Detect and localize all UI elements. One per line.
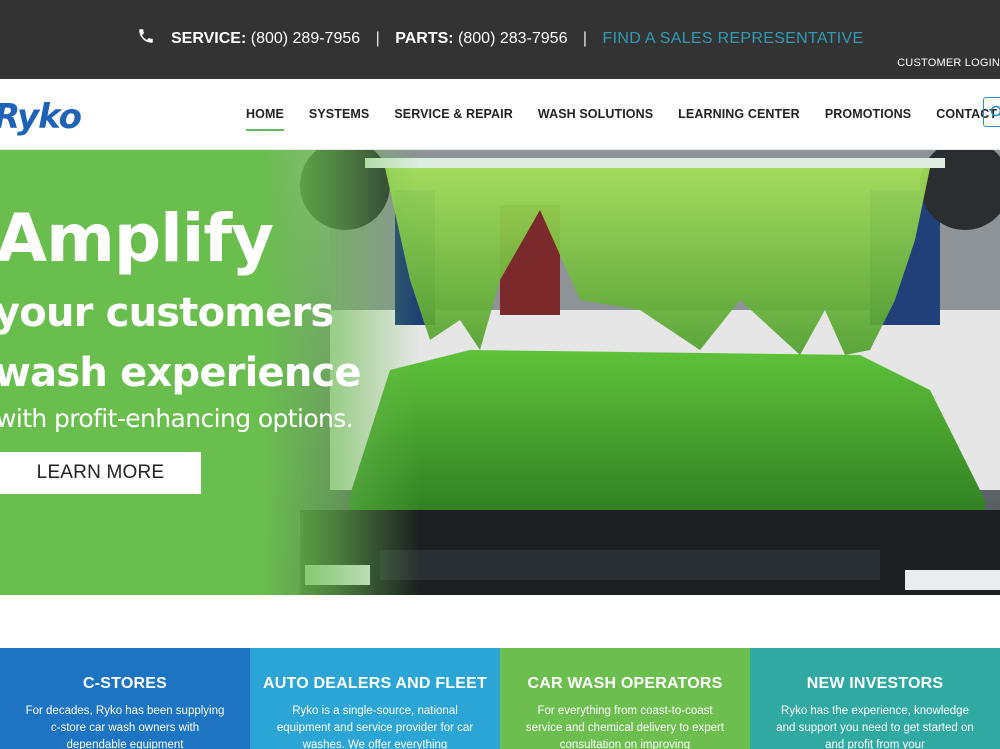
card-text: For everything from coast-to-coast servi… <box>525 705 725 749</box>
parts-phone[interactable]: (800) 283-7956 <box>458 30 567 47</box>
hero-line-2: wash experience <box>0 350 362 396</box>
ryko-logo[interactable]: Ryko <box>0 97 82 137</box>
separator: | <box>582 30 588 47</box>
learn-more-button[interactable]: LEARN MORE <box>0 452 201 494</box>
service-label: SERVICE: <box>171 30 247 47</box>
card-auto-dealers-fleet[interactable]: AUTO DEALERS AND FLEET Ryko is a single-… <box>250 648 500 749</box>
card-text: For decades, Ryko has been supplying c-s… <box>25 705 225 749</box>
nav-systems[interactable]: SYSTEMS <box>309 107 369 121</box>
customer-login-link[interactable]: CUSTOMER LOGIN <box>897 57 1000 69</box>
search-button[interactable] <box>983 97 1000 127</box>
hero-banner: Amplify your customers wash experience w… <box>0 150 1000 595</box>
card-new-investors[interactable]: NEW INVESTORS Ryko has the experience, k… <box>750 648 1000 749</box>
audience-cards: C-STORES For decades, Ryko has been supp… <box>0 648 1000 749</box>
card-title: C-STORES <box>83 675 167 692</box>
nav-learning-center[interactable]: LEARNING CENTER <box>678 107 800 121</box>
nav-wash-solutions[interactable]: WASH SOLUTIONS <box>538 107 653 121</box>
card-title: AUTO DEALERS AND FLEET <box>263 675 487 692</box>
card-text: Ryko has the experience, knowledge and s… <box>776 705 974 749</box>
find-sales-rep-link[interactable]: FIND A SALES REPRESENTATIVE <box>603 30 864 47</box>
service-phone[interactable]: (800) 289-7956 <box>251 30 360 47</box>
contact-strip: SERVICE: (800) 289-7956 | PARTS: (800) 2… <box>0 27 1000 48</box>
nav-service-repair[interactable]: SERVICE & REPAIR <box>394 107 513 121</box>
hero-headline: Amplify <box>0 200 274 277</box>
card-title: NEW INVESTORS <box>806 675 944 692</box>
nav-home[interactable]: HOME <box>246 107 284 131</box>
main-nav: HOME SYSTEMS SERVICE & REPAIR WASH SOLUT… <box>246 107 1000 131</box>
main-header: Ryko HOME SYSTEMS SERVICE & REPAIR WASH … <box>0 79 1000 150</box>
card-title: CAR WASH OPERATORS <box>527 675 723 692</box>
search-icon <box>990 105 1000 117</box>
top-utility-bar: SERVICE: (800) 289-7956 | PARTS: (800) 2… <box>0 0 1000 79</box>
parts-label: PARTS: <box>395 30 454 47</box>
hero-line-1: your customers <box>0 290 334 336</box>
card-c-stores[interactable]: C-STORES For decades, Ryko has been supp… <box>0 648 250 749</box>
separator: | <box>375 30 380 47</box>
card-text: Ryko is a single-source, national equipm… <box>276 705 474 749</box>
nav-promotions[interactable]: PROMOTIONS <box>825 107 911 121</box>
phone-icon <box>138 29 153 43</box>
hero-subline: with profit-enhancing options. <box>0 404 354 433</box>
card-car-wash-operators[interactable]: CAR WASH OPERATORS For everything from c… <box>500 648 750 749</box>
